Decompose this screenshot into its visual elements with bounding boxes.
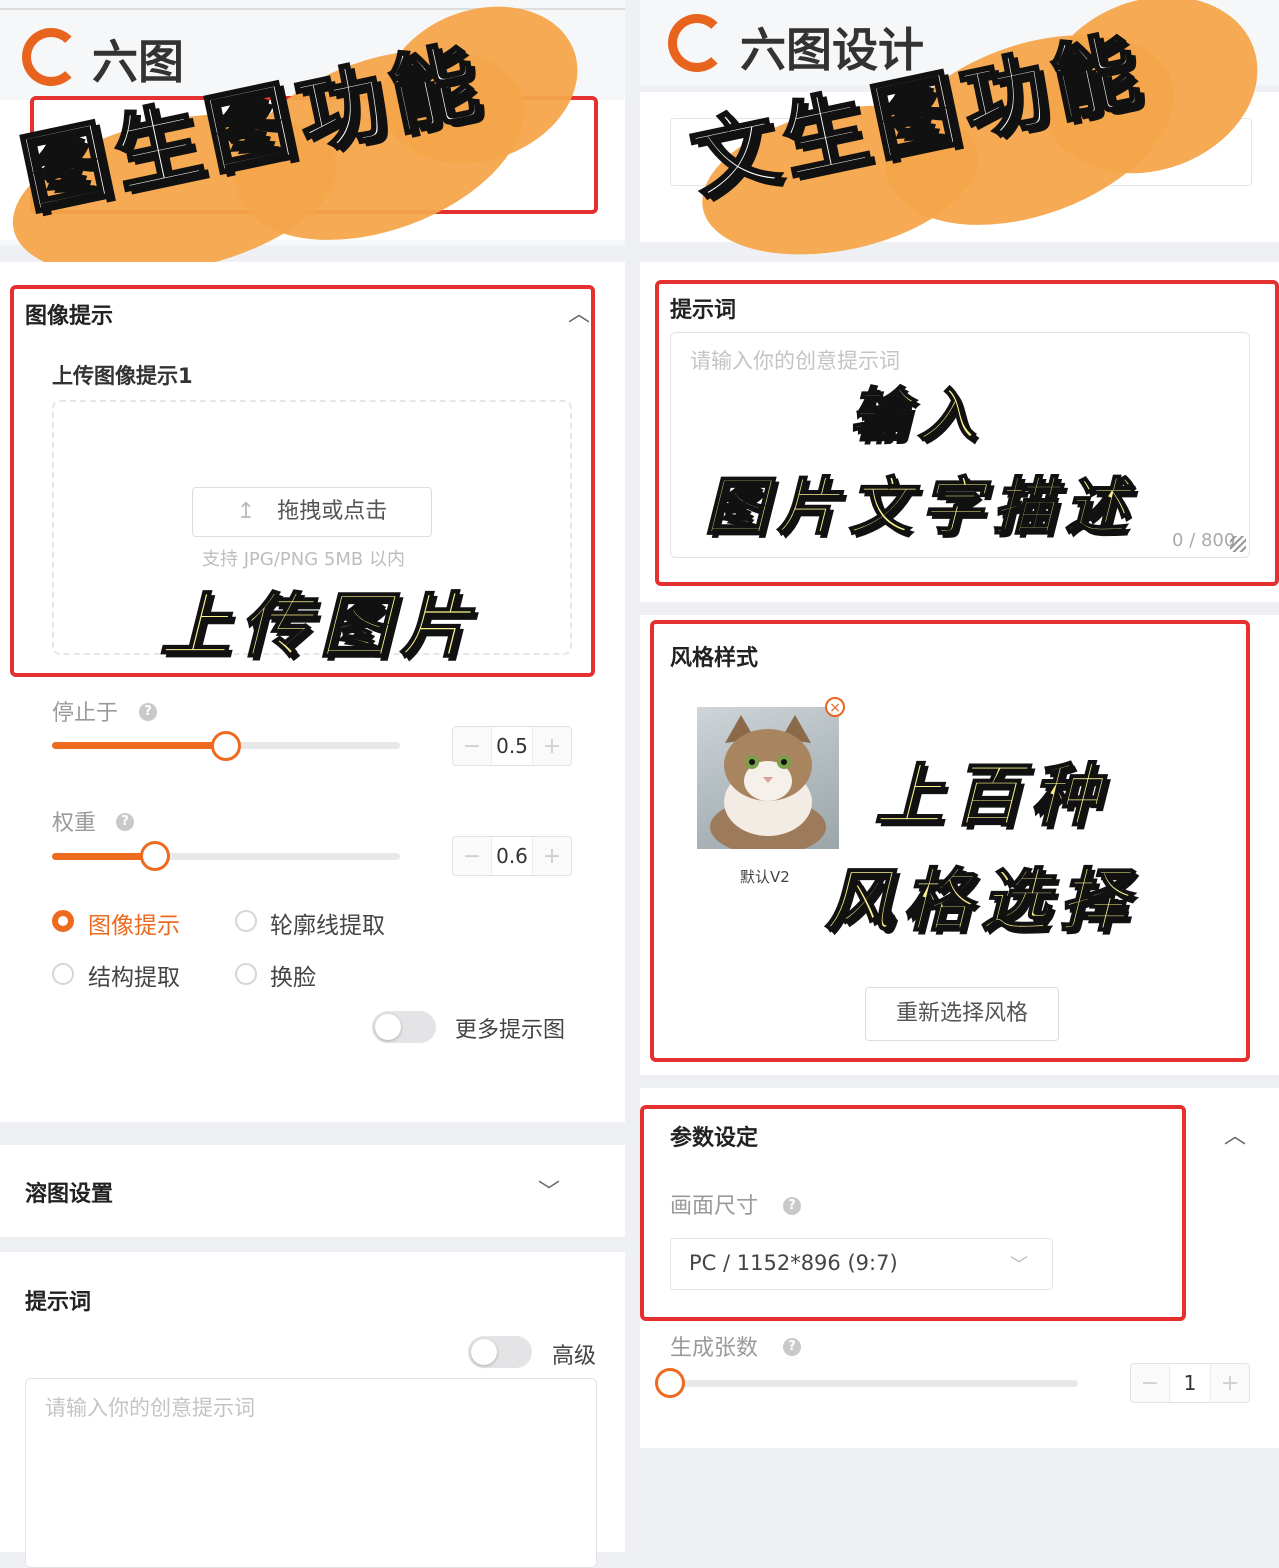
help-icon[interactable]: ? [139,703,157,721]
radio-image-prompt[interactable] [52,910,74,932]
increment-button[interactable]: + [533,844,571,869]
logo-icon [668,14,726,72]
count-stepper[interactable]: − 1 + [1130,1363,1250,1403]
collapse-chevron-icon[interactable]: ︿ [1224,1118,1246,1150]
stop-at-slider-handle[interactable] [211,731,241,761]
count-label: 生成张数 [670,1336,759,1361]
prompt-placeholder: 请输入你的创意提示词 [45,1396,255,1420]
count-value[interactable]: 1 [1169,1364,1211,1402]
radio-contour[interactable] [235,910,257,932]
count-slider[interactable] [670,1380,1078,1387]
radio-label[interactable]: 结构提取 [88,958,180,992]
logo-icon [22,28,80,86]
radio-structure[interactable] [52,963,74,985]
stop-at-slider-fill [52,742,226,749]
blend-settings-title[interactable]: 溶图设置 [25,1176,113,1208]
radio-label[interactable]: 图像提示 [88,906,180,940]
stop-at-label: 停止于 [52,701,119,726]
expand-chevron-icon[interactable]: ﹀ [538,1174,560,1206]
help-icon[interactable]: ? [116,813,134,831]
radio-label[interactable]: 换脸 [270,958,316,992]
image-prompt-highlight [10,285,595,677]
radio-label[interactable]: 轮廓线提取 [270,906,385,940]
help-icon[interactable]: ? [783,1338,801,1356]
top-border-line [0,8,625,10]
advanced-label: 高级 [552,1344,597,1369]
count-slider-handle[interactable] [655,1368,685,1398]
style-highlight [650,620,1250,1062]
decrement-button[interactable]: − [453,734,491,759]
prompt-title: 提示词 [25,1290,92,1315]
radio-face-swap[interactable] [235,963,257,985]
increment-button[interactable]: + [533,734,571,759]
weight-stepper[interactable]: − 0.6 + [452,836,572,876]
more-prompts-label: 更多提示图 [455,1018,566,1043]
stop-at-value[interactable]: 0.5 [491,727,533,765]
decrement-button[interactable]: − [453,844,491,869]
weight-slider[interactable] [52,853,400,860]
prompt-highlight [655,280,1279,586]
advanced-toggle[interactable] [468,1336,532,1368]
decrement-button[interactable]: − [1131,1371,1169,1396]
weight-value[interactable]: 0.6 [491,837,533,875]
increment-button[interactable]: + [1211,1371,1249,1396]
stop-at-stepper[interactable]: − 0.5 + [452,726,572,766]
weight-slider-handle[interactable] [140,841,170,871]
weight-label: 权重 [52,811,97,836]
params-highlight [640,1105,1186,1321]
more-prompts-toggle[interactable] [372,1011,436,1043]
